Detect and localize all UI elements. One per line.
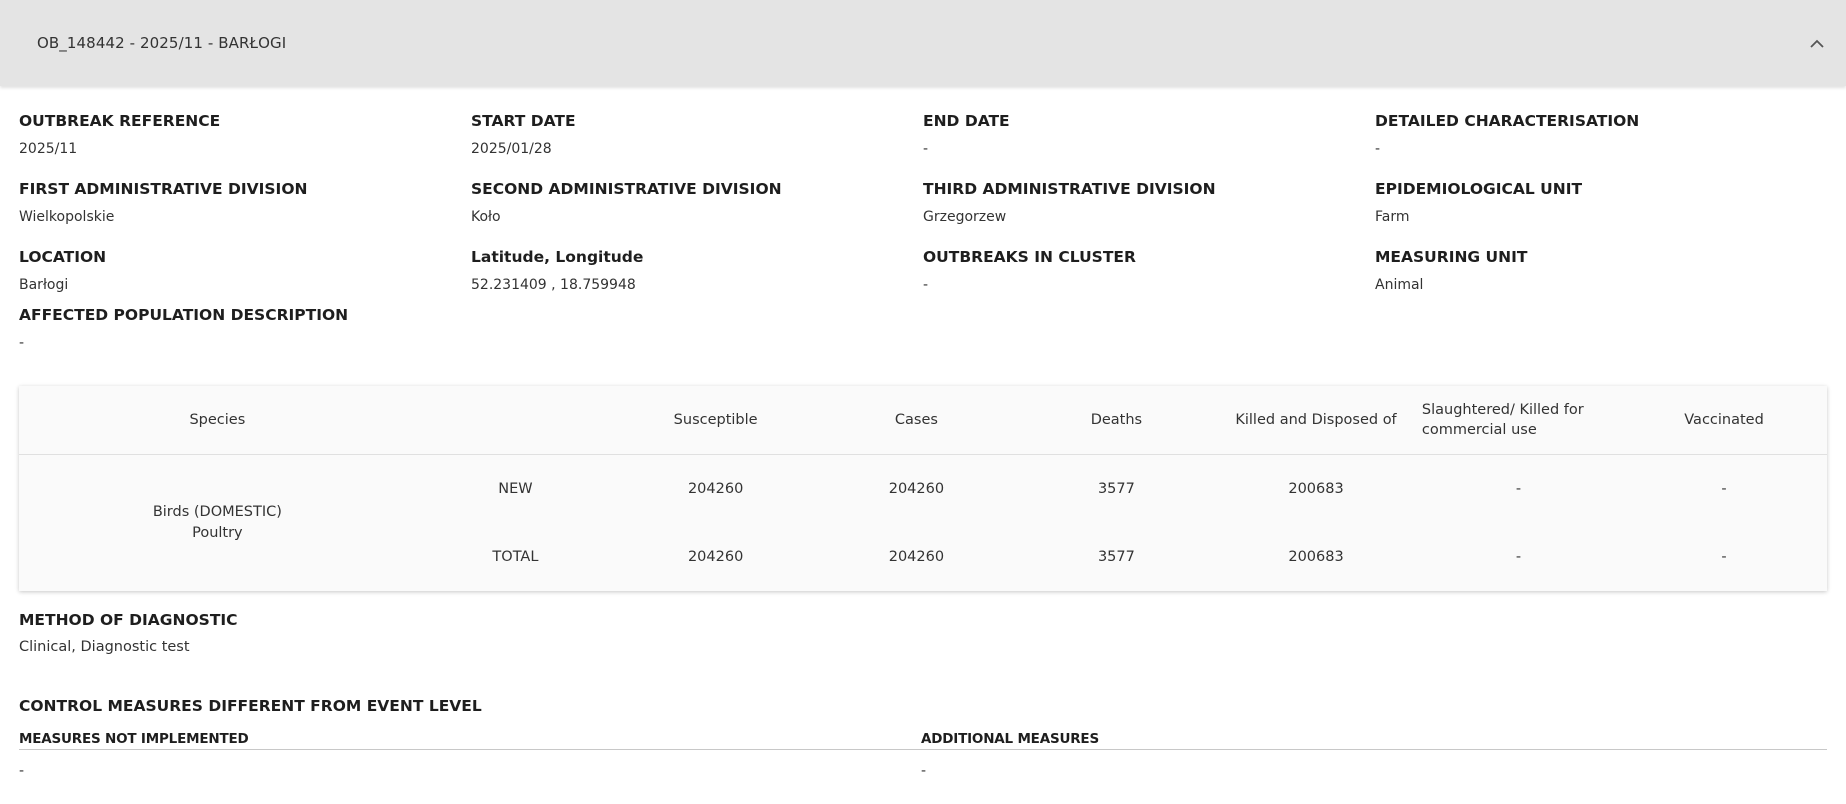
cell-slaughtered: - <box>1515 549 1522 565</box>
cell-cases: 204260 <box>888 549 945 565</box>
field-epidemiological-unit: EPIDEMIOLOGICAL UNIT Farm <box>1375 180 1827 248</box>
field-value: - <box>923 141 929 157</box>
field-value: Wielkopolskie <box>19 209 115 225</box>
species-subtype: Poultry <box>192 525 243 541</box>
field-value: 2025/01/28 <box>471 141 552 157</box>
header-line: Slaughtered/ Killed for <box>1421 402 1584 418</box>
population-table: Species Susceptible Cases Deaths Killed … <box>19 386 1827 591</box>
measures-grid: MEASURES NOT IMPLEMENTED - ADDITIONAL ME… <box>19 731 1827 779</box>
field-label: MEASURING UNIT <box>1375 248 1528 266</box>
field-label: AFFECTED POPULATION DESCRIPTION <box>19 306 349 324</box>
field-third-admin-division: THIRD ADMINISTRATIVE DIVISION Grzegorzew <box>923 180 1375 248</box>
header-line: commercial use <box>1421 422 1537 438</box>
field-affected-population: AFFECTED POPULATION DESCRIPTION - <box>19 306 1827 354</box>
field-detailed-characterisation: DETAILED CHARACTERISATION - <box>1375 112 1827 180</box>
species-name: Birds (DOMESTIC) <box>152 504 282 520</box>
field-start-date: START DATE 2025/01/28 <box>471 112 923 180</box>
cell-vaccinated: - <box>1721 481 1727 497</box>
outbreak-panel-header[interactable]: OB_148442 - 2025/11 - BARŁOGI <box>0 0 1846 86</box>
species-cell: Birds (DOMESTIC) Poultry <box>19 455 416 592</box>
field-end-date: END DATE - <box>923 112 1375 180</box>
control-measures-section: CONTROL MEASURES DIFFERENT FROM EVENT LE… <box>19 697 1827 779</box>
field-value: Animal <box>1375 277 1424 293</box>
cell-susceptible: 204260 <box>687 549 744 565</box>
cell-cases: 204260 <box>888 481 945 497</box>
field-value: 52.231409 , 18.759948 <box>471 277 636 293</box>
diagnostic-label: METHOD OF DIAGNOSTIC <box>19 611 238 629</box>
field-value: Farm <box>1375 209 1410 225</box>
additional-measures-value: - <box>921 763 927 779</box>
additional-measures-label: ADDITIONAL MEASURES <box>921 731 1827 750</box>
field-label: OUTBREAK REFERENCE <box>19 112 221 130</box>
measures-not-implemented-value: - <box>19 763 25 779</box>
field-value: Koło <box>471 209 501 225</box>
measures-not-implemented-label: MEASURES NOT IMPLEMENTED <box>19 731 921 750</box>
field-value: Grzegorzew <box>923 209 1007 225</box>
column-header-killed: Killed and Disposed of <box>1216 386 1416 455</box>
column-header-susceptible: Susceptible <box>615 386 817 455</box>
measures-not-implemented: MEASURES NOT IMPLEMENTED - <box>19 731 921 779</box>
column-header-vaccinated: Vaccinated <box>1621 386 1827 455</box>
panel-title: OB_148442 - 2025/11 - BARŁOGI <box>37 34 287 52</box>
field-label: Latitude, Longitude <box>471 248 644 266</box>
diagnostic-value: Clinical, Diagnostic test <box>19 639 190 655</box>
field-value: - <box>19 335 25 351</box>
field-label: LOCATION <box>19 248 107 266</box>
diagnostic-section: METHOD OF DIAGNOSTIC Clinical, Diagnosti… <box>19 611 1827 655</box>
field-outbreak-reference: OUTBREAK REFERENCE 2025/11 <box>19 112 471 180</box>
column-header-cases: Cases <box>816 386 1017 455</box>
cell-killed: 200683 <box>1288 549 1344 565</box>
field-label: THIRD ADMINISTRATIVE DIVISION <box>923 180 1216 198</box>
field-label: FIRST ADMINISTRATIVE DIVISION <box>19 180 308 198</box>
table-row: Birds (DOMESTIC) Poultry NEW 204260 2042… <box>19 455 1827 541</box>
outbreak-fields: OUTBREAK REFERENCE 2025/11 START DATE 20… <box>19 112 1827 354</box>
cell-killed: 200683 <box>1288 481 1344 497</box>
cell-slaughtered: - <box>1515 481 1522 497</box>
row-type: NEW <box>498 481 533 497</box>
field-first-admin-division: FIRST ADMINISTRATIVE DIVISION Wielkopols… <box>19 180 471 248</box>
field-value: 2025/11 <box>19 141 78 157</box>
field-label: END DATE <box>923 112 1010 130</box>
row-type: TOTAL <box>492 549 539 565</box>
column-header-type <box>415 386 616 455</box>
outbreak-details: OUTBREAK REFERENCE 2025/11 START DATE 20… <box>0 112 1846 779</box>
field-label: EPIDEMIOLOGICAL UNIT <box>1375 180 1583 198</box>
column-header-slaughtered: Slaughtered/ Killed for commercial use <box>1415 386 1622 455</box>
field-label: START DATE <box>471 112 576 130</box>
field-second-admin-division: SECOND ADMINISTRATIVE DIVISION Koło <box>471 180 923 248</box>
column-header-deaths: Deaths <box>1016 386 1217 455</box>
cell-vaccinated: - <box>1721 549 1727 565</box>
field-value: - <box>923 277 929 293</box>
field-value: - <box>1375 141 1381 157</box>
additional-measures: ADDITIONAL MEASURES - <box>921 731 1827 779</box>
field-value: Barłogi <box>19 277 69 293</box>
table-header-row: Species Susceptible Cases Deaths Killed … <box>19 386 1827 455</box>
field-label: SECOND ADMINISTRATIVE DIVISION <box>471 180 782 198</box>
chevron-up-icon[interactable] <box>1806 32 1828 54</box>
cell-susceptible: 204260 <box>687 481 744 497</box>
field-label: OUTBREAKS IN CLUSTER <box>923 248 1136 266</box>
cell-deaths: 3577 <box>1097 549 1135 565</box>
column-header-species: Species <box>19 386 416 455</box>
cell-deaths: 3577 <box>1097 481 1135 497</box>
control-measures-label: CONTROL MEASURES DIFFERENT FROM EVENT LE… <box>19 697 482 715</box>
field-label: DETAILED CHARACTERISATION <box>1375 112 1640 130</box>
